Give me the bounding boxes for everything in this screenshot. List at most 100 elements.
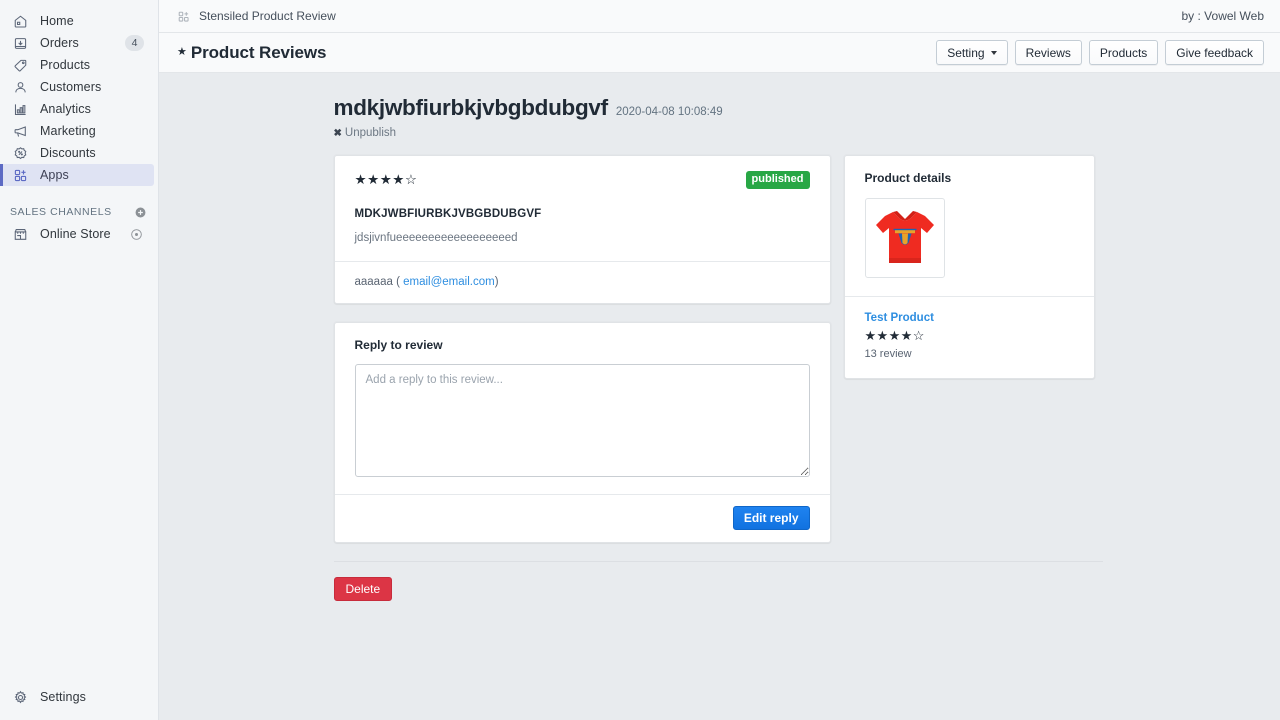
sidebar-item-label: Settings: [40, 690, 86, 704]
sidebar-item-label: Analytics: [40, 102, 91, 116]
review-card-body: ★★★★☆ published MDKJWBFIURBKJVBGBDUBGVF …: [335, 156, 830, 261]
setting-button-label: Setting: [947, 45, 985, 60]
product-review-count: 13 review: [864, 348, 912, 360]
products-tag-icon: [10, 55, 30, 75]
unpublish-label: Unpublish: [344, 127, 397, 139]
app-title: Stensiled Product Review: [199, 9, 336, 23]
app-topbar: Stensiled Product Review by : Vowel Web: [159, 0, 1280, 33]
review-star-rating: ★★★★☆: [354, 172, 418, 188]
page-content: mdkjwbfiurbkjvbgbdubgvf 2020-04-08 10:08…: [159, 73, 1280, 720]
chevron-down-icon: [990, 50, 997, 55]
review-author-name: aaaaaa: [354, 275, 393, 288]
page-header-actions: Setting Reviews Products Give feedback: [936, 40, 1264, 65]
sidebar-item-products[interactable]: Products: [0, 54, 154, 76]
review-author-email[interactable]: email@email.com: [403, 276, 495, 288]
content-container: mdkjwbfiurbkjvbgbdubgvf 2020-04-08 10:08…: [325, 95, 1115, 601]
product-name-link[interactable]: Test Product: [865, 312, 1074, 324]
open-paren: (: [396, 275, 400, 288]
sales-channels-title: SALES CHANNELS: [10, 206, 112, 218]
sidebar-item-home[interactable]: Home: [0, 10, 154, 32]
sidebar-item-label: Home: [40, 14, 74, 28]
give-feedback-button-label: Give feedback: [1176, 45, 1253, 60]
review-heading: MDKJWBFIURBKJVBGBDUBGVF: [354, 207, 542, 220]
storefront-icon: [10, 224, 30, 244]
reply-section-title: Reply to review: [354, 337, 443, 352]
edit-reply-label: Edit reply: [743, 510, 799, 525]
close-paren: ): [494, 275, 499, 288]
unpublish-button[interactable]: ✖ Unpublish: [334, 127, 397, 139]
sidebar-item-label: Customers: [40, 80, 102, 94]
sidebar-item-label: Products: [40, 58, 91, 72]
reply-card: Reply to review Edit reply: [333, 321, 831, 543]
products-button-label: Products: [1099, 45, 1148, 60]
discounts-icon: [10, 143, 30, 163]
red-tshirt-image: [875, 211, 934, 263]
apps-grid-icon: [176, 9, 190, 23]
product-star-rating: ★★★★☆: [864, 328, 925, 343]
reviews-button[interactable]: Reviews: [1014, 40, 1082, 65]
edit-reply-button[interactable]: Edit reply: [732, 505, 810, 530]
review-body-text: jdsjivnfueeeeeeeeeeeeeeeeeed: [354, 231, 518, 244]
give-feedback-button[interactable]: Give feedback: [1165, 40, 1264, 65]
plus-circle-icon[interactable]: [132, 204, 148, 220]
review-timestamp: 2020-04-08 10:08:49: [615, 106, 723, 118]
sidebar-item-label: Orders: [40, 36, 79, 50]
orders-icon: [10, 33, 30, 53]
sidebar-item-label: Apps: [40, 168, 69, 182]
sidebar-item-orders[interactable]: Orders 4: [0, 32, 154, 54]
orders-count-badge: 4: [125, 35, 144, 51]
sidebar-item-discounts[interactable]: Discounts: [0, 142, 154, 164]
product-details-title: Product details: [864, 171, 952, 185]
home-icon: [10, 11, 30, 31]
eye-icon[interactable]: [128, 226, 144, 242]
star-filled-icon: ★: [177, 46, 187, 58]
review-title: mdkjwbfiurbkjvbgbdubgvf: [333, 95, 609, 120]
review-title-row: mdkjwbfiurbkjvbgbdubgvf 2020-04-08 10:08…: [325, 95, 1115, 121]
sidebar-item-label: Online Store: [40, 227, 111, 241]
page-title: Product Reviews: [190, 42, 327, 62]
product-thumbnail[interactable]: [864, 198, 945, 278]
sidebar-item-label: Marketing: [40, 124, 96, 138]
sidebar-item-label: Discounts: [40, 146, 96, 160]
right-column: Product details Test Product ★★★★☆ 13 re…: [843, 155, 1095, 379]
unpublish-row: ✖ Unpublish: [325, 127, 1115, 139]
reply-textarea[interactable]: [354, 363, 810, 477]
sidebar-item-online-store[interactable]: Online Store: [0, 223, 154, 245]
sidebar-item-marketing[interactable]: Marketing: [0, 120, 154, 142]
customers-icon: [10, 77, 30, 97]
sidebar-footer: Settings: [0, 686, 158, 720]
sidebar-item-analytics[interactable]: Analytics: [0, 98, 154, 120]
reviews-button-label: Reviews: [1025, 45, 1071, 60]
products-button[interactable]: Products: [1088, 40, 1159, 65]
analytics-bars-icon: [10, 99, 30, 119]
delete-row: Delete: [325, 562, 1115, 601]
page-header: ★ Product Reviews Setting Reviews Produc…: [159, 33, 1280, 73]
content-columns: ★★★★☆ published MDKJWBFIURBKJVBGBDUBGVF …: [325, 155, 1115, 543]
main-area: Stensiled Product Review by : Vowel Web …: [159, 0, 1280, 720]
review-card: ★★★★☆ published MDKJWBFIURBKJVBGBDUBGVF …: [333, 155, 831, 304]
sales-channels-section-header: SALES CHANNELS: [0, 201, 158, 223]
product-details-card: Product details Test Product ★★★★☆ 13 re…: [843, 155, 1095, 379]
gear-icon: [10, 687, 30, 707]
product-summary: Test Product ★★★★☆ 13 review: [845, 297, 1094, 378]
review-author-section: aaaaaa ( email@email.com): [335, 262, 830, 303]
app-author: by : Vowel Web: [1181, 9, 1265, 23]
reply-card-footer: Edit reply: [335, 495, 830, 542]
sidebar-item-customers[interactable]: Customers: [0, 76, 154, 98]
x-icon: ✖: [333, 127, 342, 139]
sidebar-item-apps[interactable]: Apps: [0, 164, 154, 186]
review-author-line: aaaaaa ( email@email.com): [355, 276, 810, 288]
sidebar-item-settings[interactable]: Settings: [0, 686, 154, 708]
setting-button[interactable]: Setting: [936, 40, 1008, 65]
marketing-megaphone-icon: [10, 121, 30, 141]
left-column: ★★★★☆ published MDKJWBFIURBKJVBGBDUBGVF …: [333, 155, 831, 543]
apps-icon: [10, 165, 30, 185]
status-badge: published: [745, 171, 810, 189]
delete-button-label: Delete: [345, 581, 381, 596]
reply-card-body: Reply to review: [335, 323, 830, 494]
app-root: Home Orders 4 Products Customers Analyti…: [0, 0, 1280, 720]
review-rating-row: ★★★★☆ published: [355, 171, 810, 189]
delete-button[interactable]: Delete: [333, 576, 393, 601]
product-details-top: Product details: [845, 156, 1094, 296]
